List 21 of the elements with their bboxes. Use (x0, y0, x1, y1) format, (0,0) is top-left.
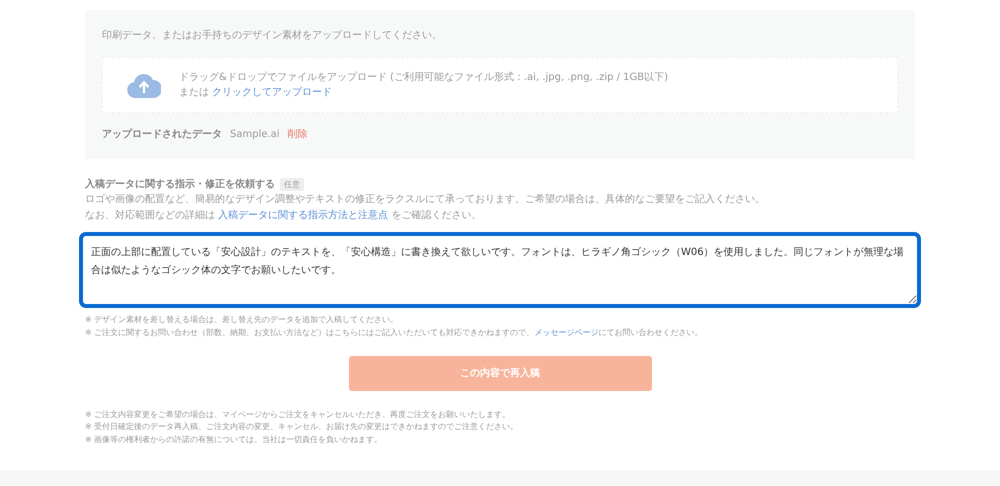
click-upload-link[interactable]: クリックしてアップロード (212, 87, 332, 98)
footer-note: ※ 画像等の権利者からの許諾の有無については、当社は一切責任を負いかねます。 (85, 434, 384, 446)
uploaded-data-label: アップロードされたデータ (102, 127, 222, 142)
message-page-link[interactable]: メッセージページ (534, 328, 598, 337)
instructions-title: 入稿データに関する指示・修正を依頼する (85, 178, 275, 192)
file-name: Sample.ai (230, 128, 280, 142)
upload-intro: 印刷データ、またはお手持ちのデザイン素材をアップロードしてください。 (102, 28, 443, 43)
guidelines-link[interactable]: 入稿データに関する指示方法と注意点 (218, 210, 388, 220)
instructions-detail: なお、対応範囲などの詳細は 入稿データに関する指示方法と注意点 をご確認ください。 (85, 208, 482, 222)
or-text: または (179, 87, 209, 98)
optional-badge: 任意 (280, 178, 304, 191)
drop-zone[interactable]: ドラッグ&ドロップでファイルをアップロード (ご利用可能なファイル形式：.ai, .jpg, .png, .zip / 1GB以下) または クリックしてアップロード (102, 57, 898, 113)
footer-note: ※ 受付日確定後のデータ再入稿、ご注文内容の変更、キャンセル、お届け先の変更はできかねますのでご注意ください。 (85, 421, 520, 434)
footer-note: ※ ご注文内容変更をご希望の場合は、マイページからご注文をキャンセルいただき、再度ご注文をお願いいたします。 (85, 408, 512, 421)
request-textarea[interactable]: 正面の上部に配置している「安心設計」のテキストを、「安心構造」に書き換えて欲しいです。フォントは、ヒラギノ角ゴシック（W06）を使用しました。同じフォントが無理な場合は似たようなゴシック体の文字でお願いしたいです。 (79, 232, 921, 308)
cloud-upload-icon (127, 72, 161, 98)
note-text: ※ ご注文に関するお問い合わせ（部数、納期、お支払い方法など）はこちらにはご記入いただいても対応できかねますので、メッセージページにてお問い合わせください。 (85, 326, 704, 339)
delete-link[interactable]: 削除 (288, 129, 308, 140)
instructions-description: ロゴや画像の配置など、簡易的なデザイン調整やテキストの修正をラクスルにて承っております。ご希望の場合は、具体的なご要望をご記入ください。 (85, 192, 766, 207)
drop-instruction: ドラッグ&ドロップでファイルをアップロード (ご利用可能なファイル形式：.ai, .jpg, .png, .zip / 1GB以下) (179, 70, 668, 85)
note-text: ※ デザイン素材を差し替える場合は、差し替え先のデータを追加で入稿してください。 (85, 314, 400, 326)
